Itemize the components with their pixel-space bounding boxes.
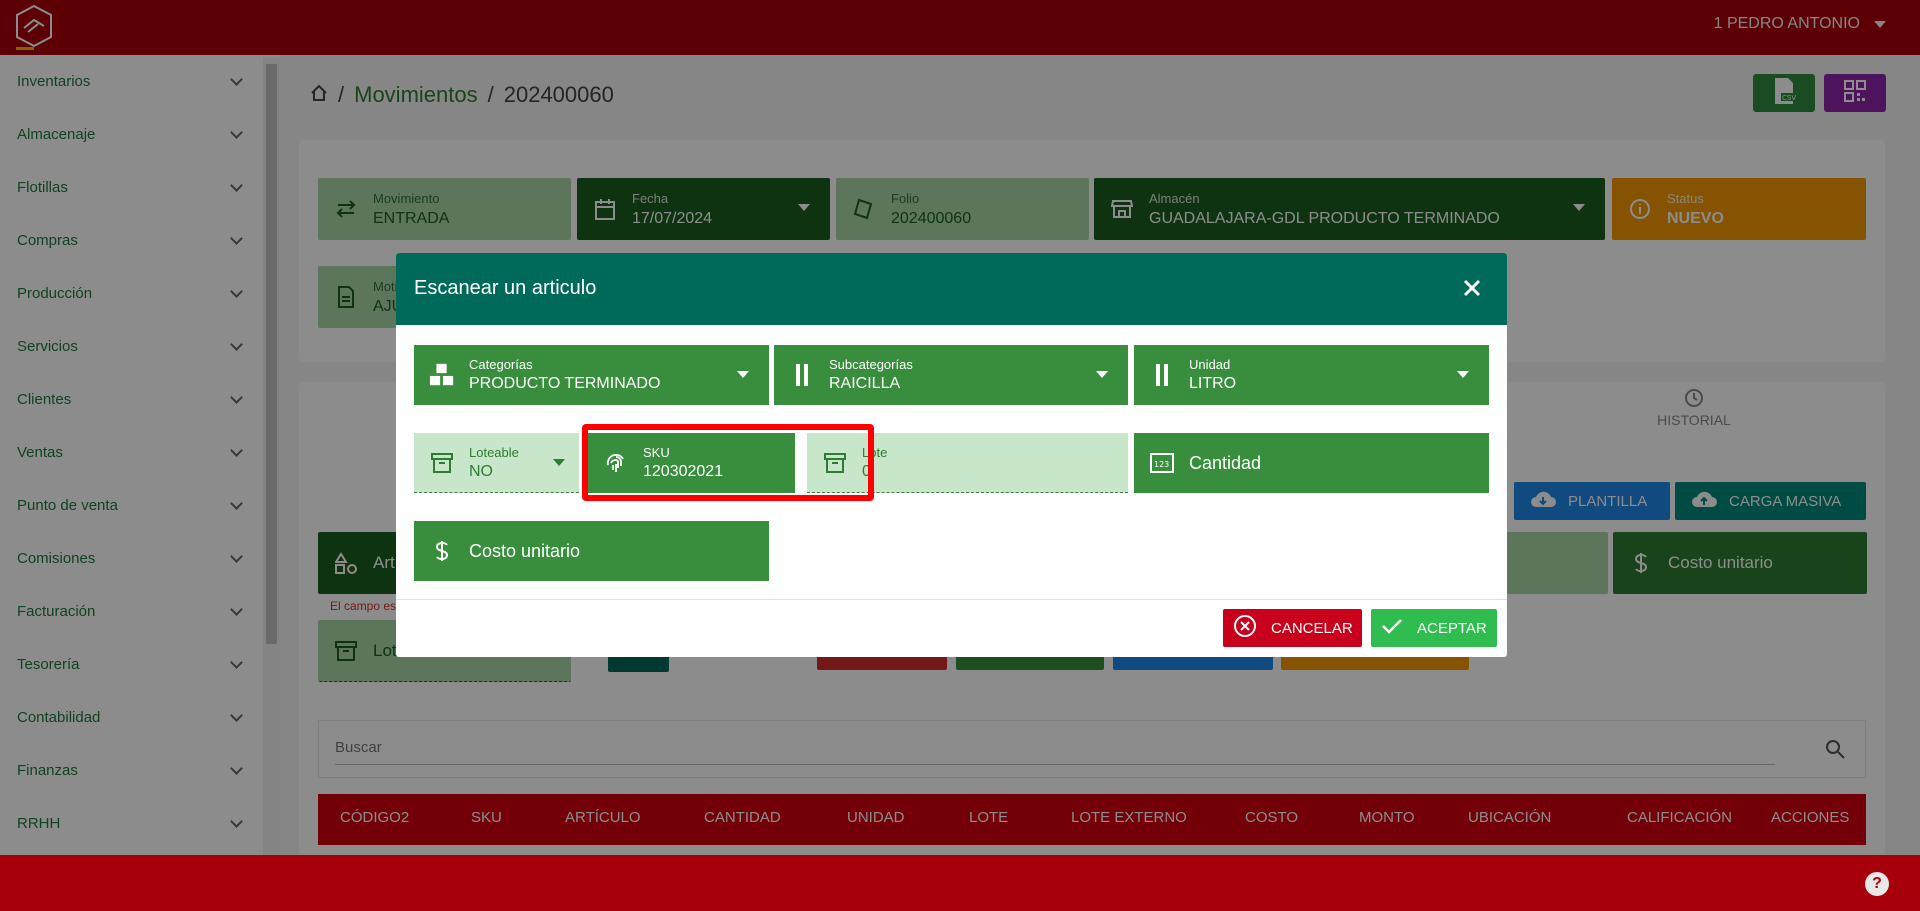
subcategorias-label: Subcategorías: [829, 357, 913, 372]
loteable-value: NO: [469, 462, 493, 480]
categorias-label: Categorías: [469, 357, 533, 372]
chevron-down-icon: [737, 371, 749, 378]
accept-label: ACEPTAR: [1417, 619, 1487, 637]
columns-icon: [789, 362, 815, 388]
cantidad-label: Cantidad: [1189, 452, 1262, 473]
numeric-icon: 123: [1149, 450, 1175, 476]
subcategorias-value: RAICILLA: [829, 375, 901, 392]
dollar-icon: [429, 538, 455, 564]
loteable-select[interactable]: Loteable NO: [414, 433, 579, 493]
unidad-select[interactable]: Unidad LITRO: [1134, 345, 1489, 405]
cubes-icon: [429, 362, 455, 388]
archive-box-icon: [429, 450, 455, 476]
costo-unitario-label: Costo unitario: [469, 540, 581, 561]
unidad-label: Unidad: [1189, 357, 1231, 372]
columns-icon: [1149, 362, 1175, 388]
modal-footer-divider: [396, 599, 1507, 600]
cancel-circle-icon: [1233, 614, 1257, 642]
sku-highlight-box: [582, 424, 874, 501]
cancel-button[interactable]: CANCELAR: [1223, 609, 1362, 647]
bottom-bar: [0, 855, 1920, 911]
help-icon[interactable]: ?: [1865, 872, 1889, 896]
chevron-down-icon: [1096, 371, 1108, 378]
subcategorias-select[interactable]: Subcategorías RAICILLA: [774, 345, 1128, 405]
loteable-label: Loteable: [469, 444, 519, 460]
cantidad-field[interactable]: 123 Cantidad: [1134, 433, 1489, 493]
svg-text:123: 123: [1154, 460, 1169, 469]
close-icon[interactable]: [1459, 275, 1485, 301]
categorias-value: PRODUCTO TERMINADO: [469, 375, 661, 392]
modal-title: Escanear un articulo: [414, 277, 597, 299]
chevron-down-icon: [553, 459, 565, 466]
accept-button[interactable]: ACEPTAR: [1371, 609, 1497, 647]
costo-unitario-field[interactable]: Costo unitario: [414, 521, 769, 581]
modal-header: Escanear un articulo: [396, 253, 1507, 325]
scan-article-modal: Escanear un articulo Categorías PRODUCTO …: [396, 253, 1507, 657]
check-icon: [1381, 617, 1403, 639]
cancel-label: CANCELAR: [1271, 619, 1353, 637]
chevron-down-icon: [1457, 371, 1469, 378]
categorias-select[interactable]: Categorías PRODUCTO TERMINADO: [414, 345, 769, 405]
unidad-value: LITRO: [1189, 375, 1237, 392]
